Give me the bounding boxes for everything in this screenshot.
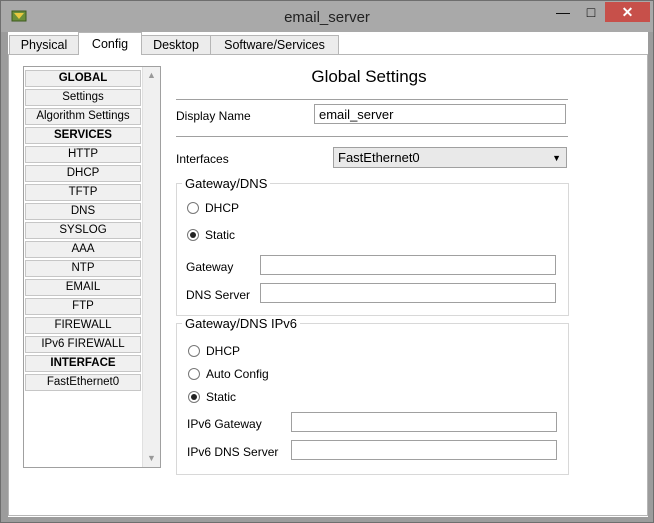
ipv6-dns-server-label: IPv6 DNS Server: [187, 445, 279, 459]
sidebar-item-settings[interactable]: Settings: [25, 89, 141, 106]
gateway-dns-ipv6-title: Gateway/DNS IPv6: [182, 316, 300, 331]
close-button[interactable]: ✕: [605, 2, 650, 22]
display-name-label: Display Name: [176, 109, 251, 123]
sidebar-item-dhcp[interactable]: DHCP: [25, 165, 141, 182]
ipv6-gateway-input[interactable]: [291, 412, 557, 432]
global-settings-content: Global Settings Display Name Interfaces …: [169, 55, 639, 515]
gateway-dns-ipv6-group: Gateway/DNS IPv6 DHCP Auto Config Static…: [176, 316, 569, 475]
sidebar-item-aaa[interactable]: AAA: [25, 241, 141, 258]
divider: [176, 99, 568, 100]
sidebar-header-global: GLOBAL: [25, 70, 141, 87]
gateway-input[interactable]: [260, 255, 556, 275]
client-area: Physical Config Desktop Software/Service…: [8, 32, 648, 517]
chevron-down-icon: ▼: [552, 153, 561, 163]
interfaces-select-value: FastEthernet0: [338, 150, 420, 165]
ipv6-static-label: Static: [206, 390, 237, 404]
sidebar-item-ftp[interactable]: FTP: [25, 298, 141, 315]
minimize-button[interactable]: —: [550, 2, 576, 22]
maximize-button[interactable]: □: [578, 2, 604, 22]
page-title: Global Settings: [311, 67, 427, 86]
gateway-dns-group: Gateway/DNS DHCP Static Gateway DNS Serv…: [176, 176, 569, 316]
tab-bar: Physical Config Desktop Software/Service…: [8, 32, 648, 55]
dns-server-input[interactable]: [260, 283, 556, 303]
sidebar-item-http[interactable]: HTTP: [25, 146, 141, 163]
interfaces-label: Interfaces: [176, 152, 229, 166]
sidebar-item-ntp[interactable]: NTP: [25, 260, 141, 277]
ipv6-auto-config-label: Auto Config: [206, 367, 269, 381]
ipv6-dhcp-radio[interactable]: [188, 345, 200, 357]
sidebar-item-dns[interactable]: DNS: [25, 203, 141, 220]
sidebar-scrollbar[interactable]: ▲ ▼: [142, 67, 160, 467]
gateway-static-label: Static: [205, 228, 236, 242]
tab-physical[interactable]: Physical: [9, 35, 79, 54]
gateway-dhcp-radio[interactable]: [187, 202, 199, 214]
gateway-dns-title: Gateway/DNS: [182, 176, 271, 191]
divider: [176, 136, 568, 137]
app-window: email_server — □ ✕ Physical Config Deskt…: [0, 0, 654, 523]
sidebar-item-syslog[interactable]: SYSLOG: [25, 222, 141, 239]
sidebar-item-tftp[interactable]: TFTP: [25, 184, 141, 201]
tab-desktop[interactable]: Desktop: [141, 35, 211, 54]
tab-config[interactable]: Config: [78, 32, 142, 55]
interfaces-select[interactable]: FastEthernet0 ▼: [333, 147, 567, 168]
display-name-input[interactable]: [314, 104, 566, 124]
scroll-down-icon[interactable]: ▼: [143, 450, 160, 467]
ipv6-gateway-label: IPv6 Gateway: [187, 417, 262, 431]
sidebar-header-interface: INTERFACE: [25, 355, 141, 372]
gateway-label: Gateway: [186, 260, 234, 274]
ipv6-auto-config-radio[interactable]: [188, 368, 200, 380]
gateway-dhcp-label: DHCP: [205, 201, 240, 215]
sidebar-item-firewall[interactable]: FIREWALL: [25, 317, 141, 334]
gateway-static-radio[interactable]: [187, 229, 199, 241]
ipv6-dns-server-input[interactable]: [291, 440, 557, 460]
settings-sidebar: GLOBAL Settings Algorithm Settings SERVICES…: [23, 66, 161, 468]
config-panel: GLOBAL Settings Algorithm Settings SERVICES…: [8, 55, 648, 516]
sidebar-item-algorithm-settings[interactable]: Algorithm Settings: [25, 108, 141, 125]
ipv6-static-radio[interactable]: [188, 391, 200, 403]
sidebar-item-ipv6-firewall[interactable]: IPv6 FIREWALL: [25, 336, 141, 353]
sidebar-header-services: SERVICES: [25, 127, 141, 144]
sidebar-item-email[interactable]: EMAIL: [25, 279, 141, 296]
title-bar: email_server — □ ✕: [1, 1, 653, 32]
sidebar-item-fastethernet0[interactable]: FastEthernet0: [25, 374, 141, 391]
dns-server-label: DNS Server: [186, 288, 251, 302]
scroll-up-icon[interactable]: ▲: [143, 67, 160, 84]
tab-software-services[interactable]: Software/Services: [210, 35, 339, 54]
ipv6-dhcp-label: DHCP: [206, 344, 241, 358]
